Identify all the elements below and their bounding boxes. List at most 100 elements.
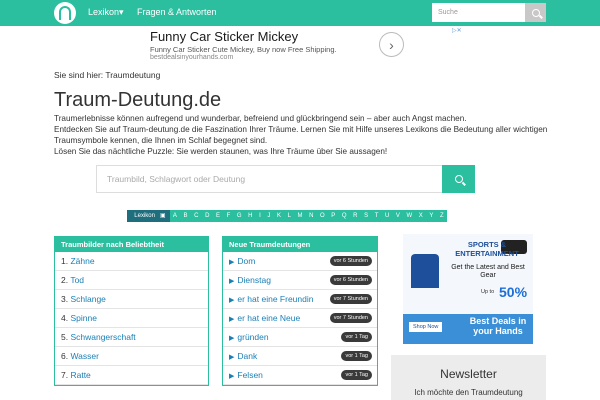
page-title: Traum-Deutung.de	[54, 89, 222, 111]
newsletter-box: Newsletter Ich möchte den Traumdeutung	[391, 355, 546, 400]
alphabet-letter[interactable]: F	[223, 210, 233, 222]
alphabet-letter[interactable]: M	[294, 210, 306, 222]
recent-list-item[interactable]: ▶ er hat eine Freundin vor 7 Stunden	[223, 290, 377, 309]
side-ad-percent: 50%	[499, 284, 528, 300]
alphabet-letter[interactable]: W	[403, 210, 415, 222]
alphabet-letter[interactable]: Y	[426, 210, 437, 222]
recent-list-item[interactable]: ▶ Dienstag vor 6 Stunden	[223, 271, 377, 290]
banner-ad[interactable]: Funny Car Sticker Mickey Funny Car Stick…	[146, 27, 462, 64]
alphabet-letter[interactable]: Z	[437, 210, 447, 222]
ad-title[interactable]: Funny Car Sticker Mickey	[150, 29, 298, 44]
time-badge: vor 1 Tag	[341, 370, 372, 380]
alphabet-letter[interactable]: O	[317, 210, 328, 222]
side-ad-upto: Up to	[481, 289, 495, 295]
recent-item-link[interactable]: gründen	[237, 332, 268, 342]
top-search-button[interactable]	[525, 3, 546, 22]
popular-list-item[interactable]: 2. Tod	[55, 271, 208, 290]
popular-item-link[interactable]: Wasser	[70, 351, 99, 361]
alphabet-letter[interactable]: B	[180, 210, 191, 222]
alphabet-letter[interactable]: J	[264, 210, 274, 222]
site-logo[interactable]	[54, 2, 76, 24]
caret-right-icon: ▶	[229, 354, 235, 361]
popular-item-link[interactable]: Tod	[70, 275, 84, 285]
recent-item-link[interactable]: er hat eine Neue	[237, 313, 300, 323]
recent-item-link[interactable]: Felsen	[237, 370, 263, 380]
recent-list-item[interactable]: ▶ Dank vor 1 Tag	[223, 347, 377, 366]
popular-item-link[interactable]: Schlange	[70, 294, 105, 304]
newsletter-title: Newsletter	[440, 367, 497, 381]
intro-text: Traumerlebnisse können aufregend und wun…	[54, 113, 554, 157]
caret-right-icon: ▶	[229, 278, 235, 285]
alphabet-letter[interactable]: K	[274, 210, 285, 222]
intro-line-1: Traumerlebnisse können aufregend und wun…	[54, 114, 467, 123]
top-search-input[interactable]: Suche	[432, 3, 525, 22]
alphabet-letter[interactable]: X	[416, 210, 427, 222]
search-icon	[531, 8, 540, 17]
time-badge: vor 6 Stunden	[329, 256, 372, 266]
popular-item-number: 4.	[61, 313, 69, 323]
alphabet-letter[interactable]: U	[382, 210, 393, 222]
time-badge: vor 1 Tag	[341, 332, 372, 342]
jersey-image	[411, 254, 439, 288]
popular-list-item[interactable]: 4. Spinne	[55, 309, 208, 328]
caret-right-icon: ▶	[229, 259, 235, 266]
side-ad-headline: SPORTS & ENTERTAINMENT	[455, 240, 519, 258]
alphabet-bar: Lexikon ▣ ABCDEFGHIJKLMNOPQRSTUVWXYZ	[127, 210, 447, 222]
side-ad-shop-button[interactable]: Shop Now	[409, 322, 443, 332]
recent-list-item[interactable]: ▶ Felsen vor 1 Tag	[223, 366, 377, 385]
time-badge: vor 6 Stunden	[329, 275, 372, 285]
alphabet-letter[interactable]: A	[170, 210, 181, 222]
recent-list-item[interactable]: ▶ gründen vor 1 Tag	[223, 328, 377, 347]
alphabet-letter[interactable]: R	[350, 210, 361, 222]
popular-item-number: 7.	[61, 370, 69, 380]
alphabet-letter[interactable]: Q	[339, 210, 350, 222]
alphabet-letter[interactable]: G	[234, 210, 245, 222]
popular-item-link[interactable]: Spinne	[70, 313, 96, 323]
popular-list-item[interactable]: 7. Ratte	[55, 366, 208, 385]
ad-url[interactable]: bestdealsinyourhands.com	[150, 54, 233, 61]
main-search-input[interactable]: Traumbild, Schlagwort oder Deutung	[96, 165, 472, 193]
alphabet-lexikon-label[interactable]: Lexikon ▣	[127, 210, 170, 222]
main-search-button[interactable]	[442, 165, 475, 193]
breadcrumb: Sie sind hier: Traumdeutung	[54, 70, 161, 80]
ad-choices-icon[interactable]: ▷✕	[452, 27, 462, 34]
popular-list-item[interactable]: 3. Schlange	[55, 290, 208, 309]
nav-fragen-antworten[interactable]: Fragen & Antworten	[137, 7, 217, 17]
popular-item-link[interactable]: Zähne	[70, 256, 94, 266]
alphabet-letter[interactable]: P	[328, 210, 339, 222]
alphabet-letter[interactable]: E	[213, 210, 224, 222]
alphabet-letter[interactable]: S	[361, 210, 372, 222]
recent-item-link[interactable]: Dienstag	[237, 275, 271, 285]
alphabet-letter[interactable]: T	[371, 210, 381, 222]
side-ad[interactable]: SPORTS & ENTERTAINMENT Get the Latest an…	[403, 234, 533, 344]
alphabet-letter[interactable]: H	[245, 210, 256, 222]
recent-list-item[interactable]: ▶ er hat eine Neue vor 7 Stunden	[223, 309, 377, 328]
caret-right-icon: ▶	[229, 373, 235, 380]
alphabet-letter[interactable]: L	[284, 210, 294, 222]
alphabet-letter[interactable]: D	[202, 210, 213, 222]
popular-list-item[interactable]: 6. Wasser	[55, 347, 208, 366]
alphabet-letter[interactable]: C	[191, 210, 202, 222]
nav-lexikon[interactable]: Lexikon▾	[88, 7, 124, 18]
popular-panel-title: Traumbilder nach Beliebtheit	[55, 237, 208, 252]
popular-list-item[interactable]: 5. Schwangerschaft	[55, 328, 208, 347]
ad-arrow-icon[interactable]: ›	[379, 32, 404, 57]
popular-list-item[interactable]: 1. Zähne	[55, 252, 208, 271]
recent-item-link[interactable]: Dank	[237, 351, 257, 361]
popular-item-link[interactable]: Ratte	[70, 370, 90, 380]
caret-right-icon: ▶	[229, 316, 235, 323]
time-badge: vor 1 Tag	[341, 351, 372, 361]
recent-item-link[interactable]: er hat eine Freundin	[237, 294, 313, 304]
intro-line-2: Entdecken Sie auf Traum-deutung.de die F…	[54, 125, 548, 145]
recent-list-item[interactable]: ▶ Dom vor 6 Stunden	[223, 252, 377, 271]
alphabet-letter[interactable]: V	[393, 210, 404, 222]
alphabet-letter[interactable]: N	[306, 210, 317, 222]
caret-right-icon: ▶	[229, 297, 235, 304]
side-ad-subline: Get the Latest and Best Gear	[451, 264, 525, 279]
recent-item-link[interactable]: Dom	[237, 256, 255, 266]
popular-item-number: 6.	[61, 351, 69, 361]
side-ad-tagline: Best Deals in your Hands	[469, 316, 527, 336]
top-navbar: Lexikon▾ Fragen & Antworten Suche	[0, 0, 600, 26]
popular-item-link[interactable]: Schwangerschaft	[70, 332, 135, 342]
alphabet-letter[interactable]: I	[256, 210, 264, 222]
